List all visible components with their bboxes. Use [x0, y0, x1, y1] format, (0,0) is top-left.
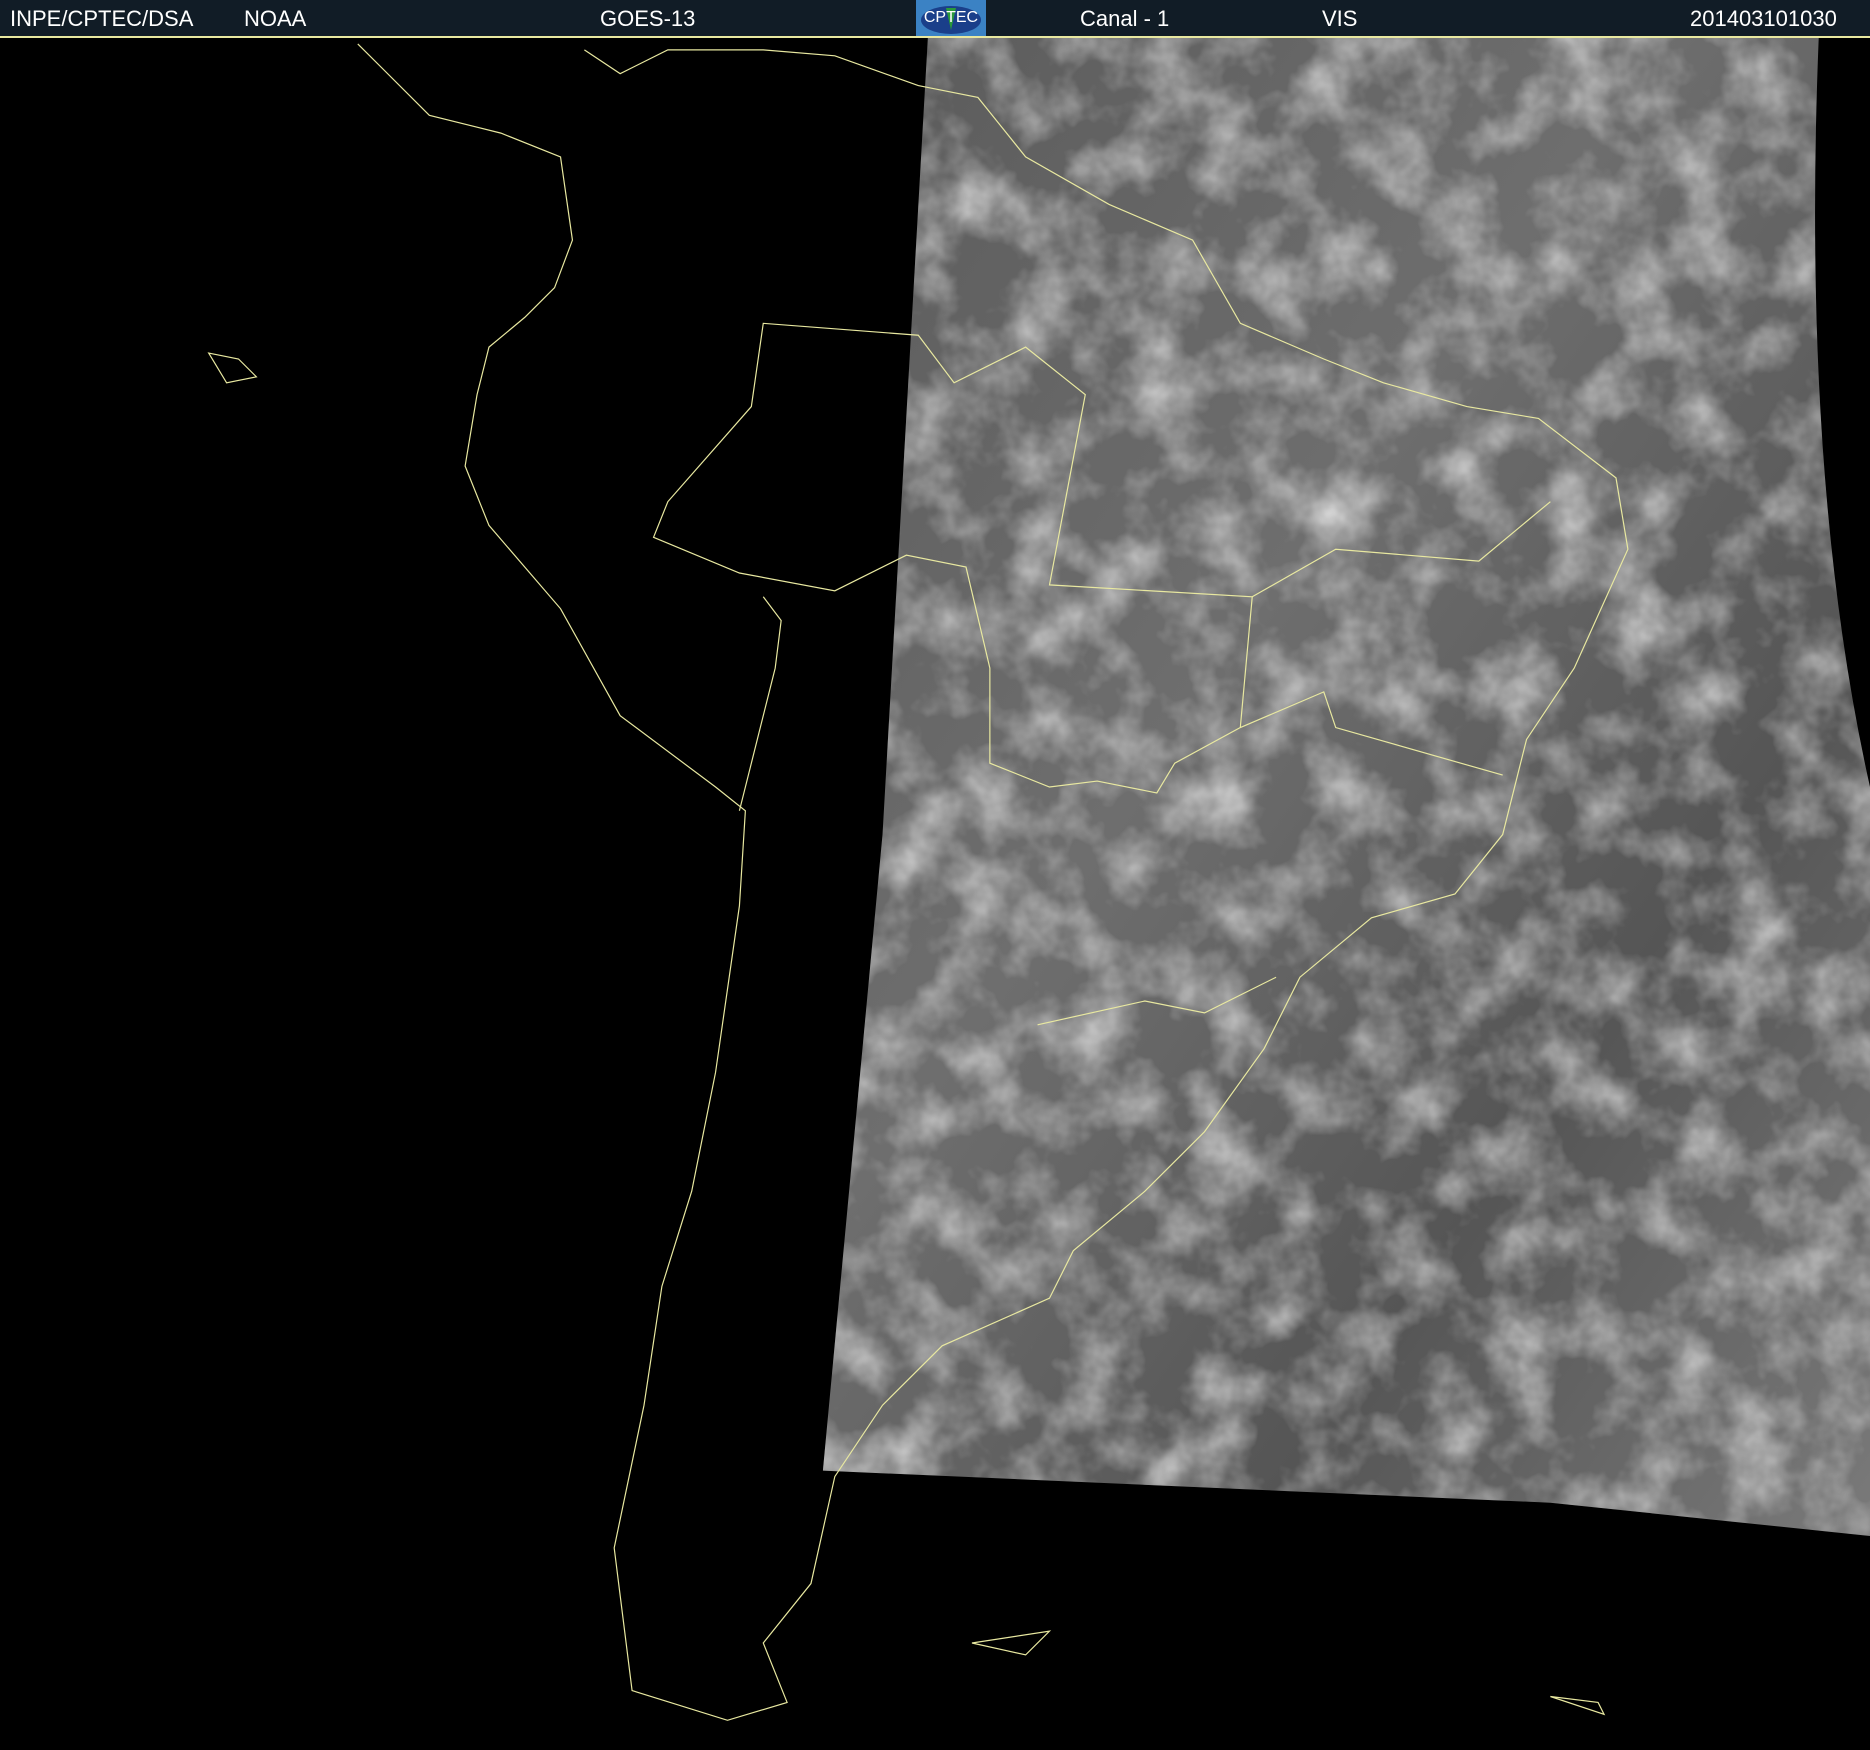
image-header: INPE/CPTEC/DSA NOAA GOES-13 CPTEC Canal …	[0, 0, 1870, 38]
channel-label: Canal - 1	[1080, 6, 1170, 31]
source-label: INPE/CPTEC/DSA	[10, 6, 194, 31]
band-label: VIS	[1322, 6, 1358, 31]
satellite-map	[207, 38, 1870, 1721]
satellite-imagery	[822, 38, 1870, 1536]
svg-text:CPTEC: CPTEC	[924, 9, 978, 26]
timestamp-label: 201403101030	[1690, 6, 1837, 31]
satellite-label: GOES-13	[600, 6, 696, 31]
cptec-logo: CPTEC	[916, 0, 986, 36]
agency-label: NOAA	[244, 6, 307, 31]
